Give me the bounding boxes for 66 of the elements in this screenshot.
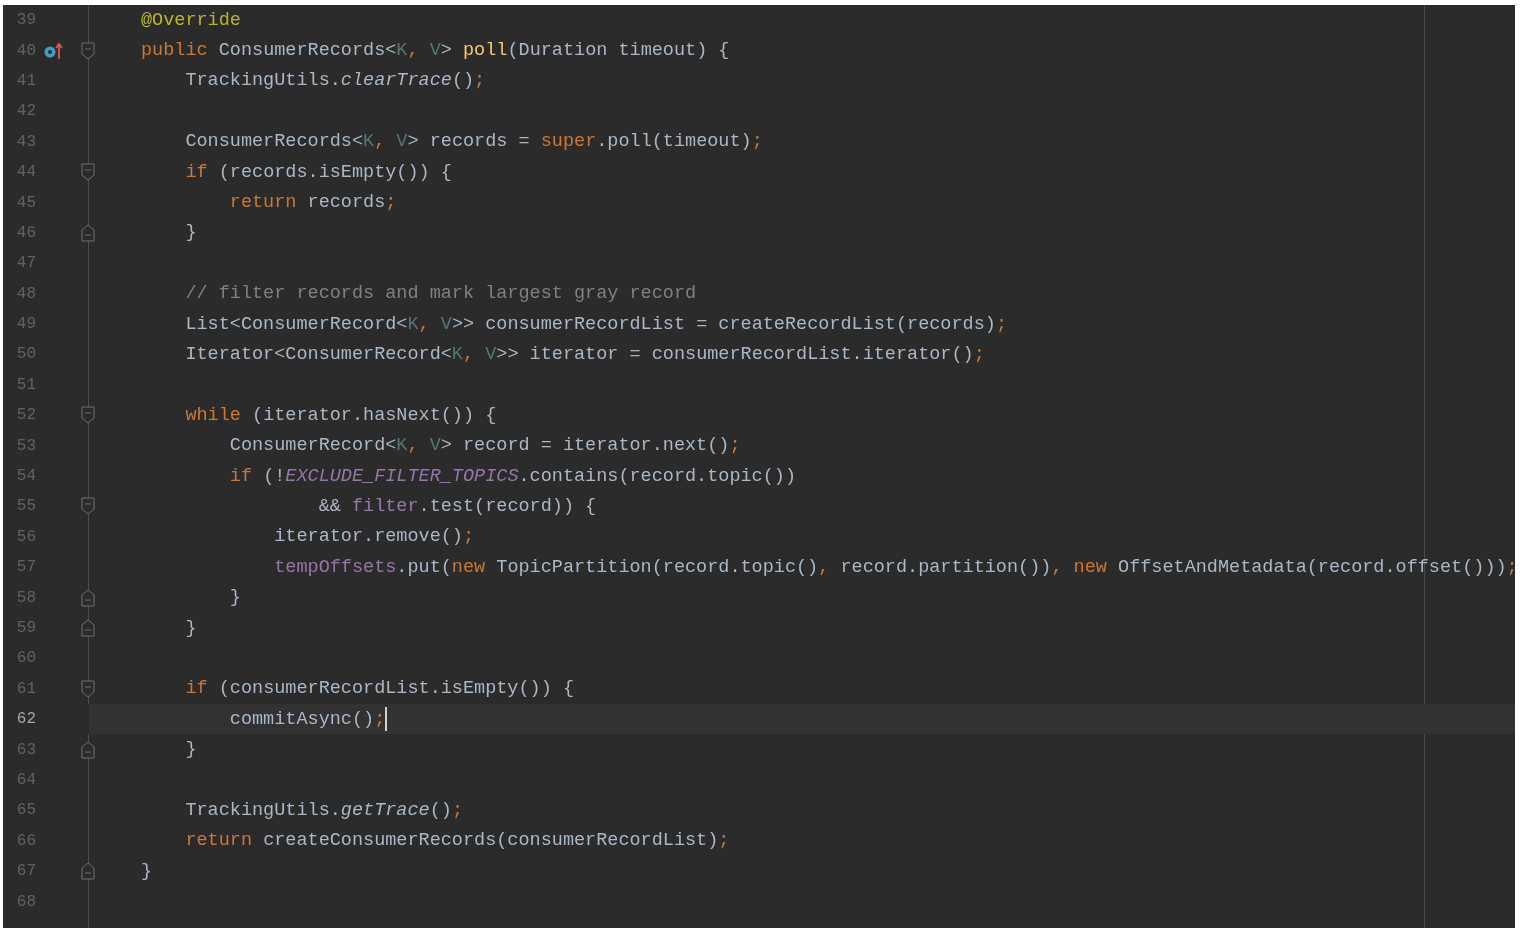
fold-icon[interactable] bbox=[81, 41, 95, 60]
line-number: 49 bbox=[15, 315, 36, 334]
code-line: TrackingUtils.clearTrace(); bbox=[184, 70, 486, 92]
code-line: public ConsumerRecords<K, V> poll(Duration timeout) { bbox=[141, 40, 730, 62]
code-line: if (records.isEmpty()) { bbox=[184, 161, 452, 183]
fold-icon[interactable] bbox=[81, 223, 95, 242]
fold-icon[interactable] bbox=[81, 679, 95, 698]
line-number: 48 bbox=[15, 284, 36, 303]
line-number: 68 bbox=[15, 892, 36, 911]
code-line: TrackingUtils.getTrace(); bbox=[184, 799, 463, 821]
code-line: return records; bbox=[228, 192, 397, 214]
line-number: 65 bbox=[15, 801, 36, 820]
line-number: 53 bbox=[15, 436, 36, 455]
line-number: 62 bbox=[15, 710, 36, 729]
code-line: while (iterator.hasNext()) { bbox=[184, 404, 497, 426]
fold-icon[interactable] bbox=[81, 740, 95, 759]
line-number: 56 bbox=[15, 527, 36, 546]
line-number: 63 bbox=[15, 740, 36, 759]
code-comment: // filter records and mark largest gray record bbox=[184, 283, 697, 305]
line-number: 47 bbox=[15, 254, 36, 273]
code-line: && filter.test(record)) { bbox=[317, 495, 597, 517]
fold-icon[interactable] bbox=[81, 588, 95, 607]
code-line: commitAsync(); bbox=[228, 708, 386, 730]
line-number: 58 bbox=[15, 588, 36, 607]
fold-icon[interactable] bbox=[81, 862, 95, 881]
fold-icon[interactable] bbox=[81, 619, 95, 637]
code-line: } bbox=[184, 617, 197, 639]
line-number: 64 bbox=[15, 770, 36, 789]
line-number: 67 bbox=[15, 862, 36, 881]
line-number: 39 bbox=[15, 11, 36, 30]
code-line: } bbox=[141, 860, 153, 882]
code-line: @Override bbox=[141, 9, 241, 31]
line-number: 55 bbox=[15, 497, 36, 516]
code-line: } bbox=[184, 222, 197, 244]
code-line: if (consumerRecordList.isEmpty()) { bbox=[184, 678, 574, 700]
code-line: iterator.remove(); bbox=[273, 526, 475, 548]
line-number: 43 bbox=[15, 132, 36, 151]
code-line: ConsumerRecord<K, V> record = iterator.next(); bbox=[228, 435, 741, 457]
fold-icon[interactable] bbox=[81, 497, 95, 516]
code-line: } bbox=[184, 739, 197, 761]
text-cursor bbox=[385, 707, 388, 732]
line-number: 66 bbox=[15, 831, 36, 850]
code-line: tempOffsets.put(new TopicPartition(record.topic(), record.partition()), new OffsetAndMetadata(record.offset())); bbox=[273, 556, 1515, 578]
line-number: 45 bbox=[15, 193, 36, 212]
line-number: 57 bbox=[15, 558, 36, 577]
line-number: 41 bbox=[15, 71, 36, 90]
line-number: 59 bbox=[15, 619, 36, 637]
fold-icon[interactable] bbox=[81, 406, 95, 425]
line-number: 51 bbox=[15, 375, 36, 394]
line-number: 44 bbox=[15, 163, 36, 182]
code-line: List<ConsumerRecord<K, V>> consumerRecordList = createRecordList(records); bbox=[184, 313, 1007, 335]
line-number: 60 bbox=[15, 649, 36, 668]
line-number: 40 bbox=[15, 41, 36, 60]
line-number: 46 bbox=[15, 223, 36, 242]
code-line: } bbox=[228, 587, 241, 609]
code-line: Iterator<ConsumerRecord<K, V>> iterator = consumerRecordList.iterator(); bbox=[184, 344, 985, 365]
fold-icon[interactable] bbox=[81, 163, 95, 182]
line-number: 61 bbox=[15, 679, 36, 698]
circle-arrow-icon[interactable] bbox=[42, 41, 63, 60]
line-number: 50 bbox=[15, 345, 36, 364]
code-line: return createConsumerRecords(consumerRecordList); bbox=[184, 830, 730, 852]
line-number: 42 bbox=[15, 102, 36, 121]
line-number: 54 bbox=[15, 467, 36, 486]
code-line: ConsumerRecords<K, V> records = super.poll(timeout); bbox=[184, 131, 763, 153]
line-number: 52 bbox=[15, 406, 36, 425]
code-line: if (!EXCLUDE_FILTER_TOPICS.contains(record.topic()) bbox=[228, 465, 797, 487]
